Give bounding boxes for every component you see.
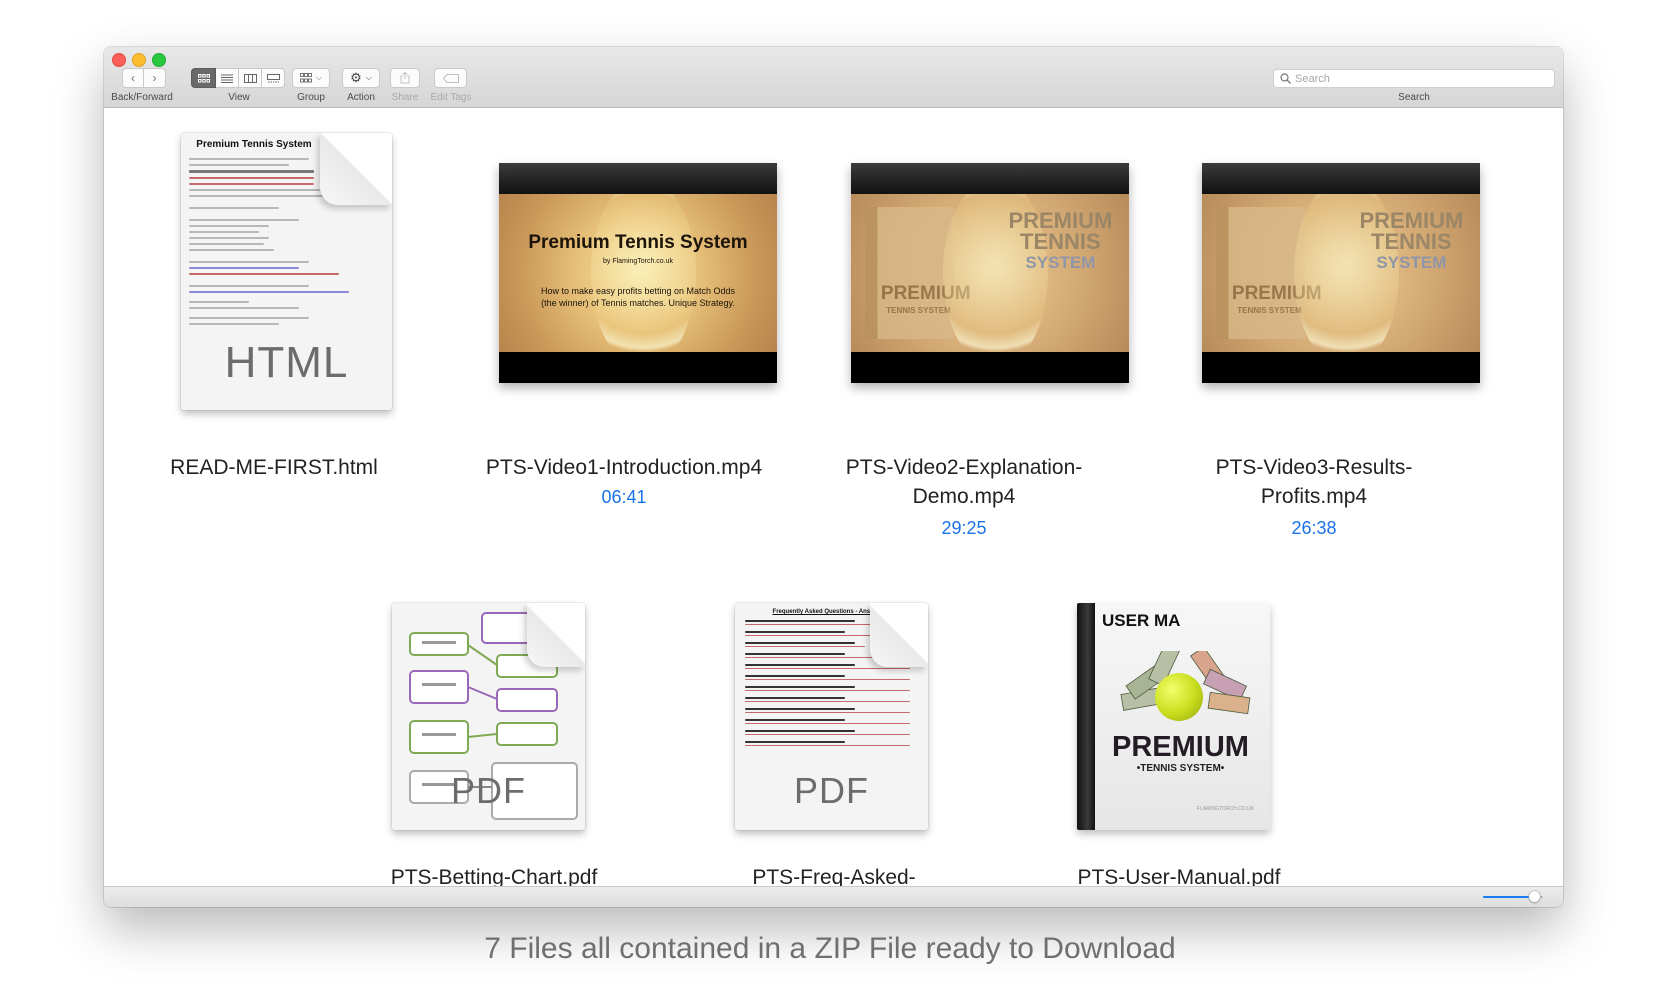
file-kind-label: HTML <box>224 338 349 387</box>
file-name-line: Profits.mp4 <box>1260 485 1368 508</box>
file-item-video2[interactable]: PREMIUM TENNIS SYSTEM PREMIUM TENNIS SYSTEM… <box>804 163 1129 563</box>
tennis-ball-illustration <box>1155 673 1203 721</box>
file-name-line: PTS-Video2-Explanation- <box>845 456 1083 479</box>
edit-tags-group <box>434 68 467 88</box>
preview-box-subtitle: TENNIS SYSTEM <box>1237 306 1302 316</box>
file-item-video3[interactable]: PREMIUM TENNIS SYSTEM PREMIUM TENNIS SYSTEM… <box>1154 163 1480 563</box>
preview-big-title: PREMIUM TENNIS SYSTEM <box>1008 207 1113 272</box>
gear-icon: ⚙ <box>350 70 362 85</box>
video-duration: 26:38 <box>1291 518 1337 538</box>
file-kind-label: PDF <box>794 770 869 811</box>
share-button[interactable] <box>390 68 420 88</box>
video-thumbnail: PREMIUM TENNIS SYSTEM PREMIUM TENNIS SYSTEM <box>851 163 1129 383</box>
preview-title: Premium Tennis System <box>528 232 748 253</box>
pdf-document-thumbnail: PDF <box>392 603 585 830</box>
close-button[interactable] <box>112 53 126 67</box>
file-kind-label: PDF <box>451 770 526 811</box>
page-curl <box>320 133 392 205</box>
chevron-left-icon: ‹ <box>131 71 135 85</box>
search-field[interactable] <box>1273 69 1555 88</box>
cover-site: FLAMINGTORCH.CO.UK <box>1196 806 1254 812</box>
pdf-document-thumbnail: Frequently Asked Questions - Answered PD… <box>735 603 928 830</box>
edit-tags-button[interactable] <box>434 68 467 88</box>
action-group: ⚙ ⌵ <box>342 68 380 88</box>
preview-title: Premium Tennis System <box>196 139 312 150</box>
file-name[interactable]: PTS-Video1-Introduction.mp4 <box>464 453 784 482</box>
preview-subtitle: How to make easy profits betting on Matc… <box>540 286 736 296</box>
video-thumbnail: PREMIUM TENNIS SYSTEM PREMIUM TENNIS SYSTEM <box>1202 163 1480 383</box>
file-name[interactable]: PTS-Video3-Results- Profits.mp4 <box>1154 453 1474 511</box>
icon-size-slider[interactable] <box>1483 891 1543 902</box>
cover-title: PREMIUM <box>1112 731 1249 763</box>
forward-button[interactable]: › <box>144 68 166 88</box>
group-group: ⌵ <box>292 68 330 88</box>
toolbar: ‹ › Back/Forward View ⌵ Group ⚙ ⌵ Action… <box>104 47 1563 108</box>
share-group <box>390 68 420 88</box>
video-duration: 06:41 <box>601 487 647 507</box>
file-icon-grid: Premium Tennis System HTML READ-ME-FIRST… <box>104 108 1563 907</box>
video-thumbnail: Premium Tennis System by FlamingTorch.co… <box>499 163 777 383</box>
columns-icon <box>243 73 257 83</box>
icon-grid-icon <box>197 73 210 82</box>
slider-knob[interactable] <box>1529 891 1540 902</box>
list-view-button[interactable] <box>216 68 239 88</box>
preview-byline: by FlamingTorch.co.uk <box>602 258 674 265</box>
preview-big-title: PREMIUM TENNIS SYSTEM <box>1359 207 1464 272</box>
view-group <box>191 68 285 88</box>
search-icon <box>1280 73 1291 84</box>
search-label: Search <box>1398 92 1430 103</box>
finder-window: ‹ › Back/Forward View ⌵ Group ⚙ ⌵ Action… <box>104 47 1563 907</box>
column-view-button[interactable] <box>239 68 262 88</box>
book-spine <box>1077 603 1095 830</box>
chevron-right-icon: › <box>152 71 157 85</box>
page-curl <box>870 603 928 667</box>
back-forward-label: Back/Forward <box>111 92 173 103</box>
status-bar <box>104 886 1563 907</box>
icon-view-button[interactable] <box>191 68 216 88</box>
minimize-button[interactable] <box>132 53 146 67</box>
group-icon <box>300 73 312 83</box>
back-button[interactable]: ‹ <box>122 68 144 88</box>
search-input[interactable] <box>1291 72 1535 85</box>
file-name-line: PTS-Video3-Results- <box>1215 456 1413 479</box>
promo-caption: 7 Files all contained in a ZIP File read… <box>484 932 1176 965</box>
file-item-readme[interactable]: Premium Tennis System HTML READ-ME-FIRST… <box>144 133 404 479</box>
share-icon <box>400 72 410 84</box>
html-document-thumbnail: Premium Tennis System HTML <box>181 133 392 410</box>
file-name[interactable]: READ-ME-FIRST.html <box>144 453 404 482</box>
action-button[interactable]: ⚙ ⌵ <box>342 68 380 88</box>
list-icon <box>221 74 233 83</box>
back-forward-group: ‹ › <box>122 68 166 88</box>
file-item-user-manual[interactable]: USER MA PREMIUM •TENNIS SYSTEM• FLAMINGT <box>1029 603 1329 903</box>
gallery-icon <box>266 73 280 82</box>
tag-icon <box>442 73 459 83</box>
video-duration: 29:25 <box>941 518 987 538</box>
edit-tags-label: Edit Tags <box>430 92 472 103</box>
group-button[interactable]: ⌵ <box>292 68 330 88</box>
file-item-video1[interactable]: Premium Tennis System by FlamingTorch.co… <box>464 163 784 543</box>
chevron-down-icon: ⌵ <box>315 73 323 82</box>
file-item-betting-chart[interactable]: PDF PTS-Betting-Chart.pdf <box>344 603 644 903</box>
view-label: View <box>228 92 250 103</box>
chevron-down-icon: ⌵ <box>365 73 372 82</box>
cover-subtitle: •TENNIS SYSTEM• <box>1136 763 1225 774</box>
gallery-view-button[interactable] <box>262 68 285 88</box>
preview-subtitle: (the winner) of Tennis matches. Unique S… <box>541 298 735 308</box>
zoom-button[interactable] <box>152 53 166 67</box>
manual-cover-thumbnail: USER MA PREMIUM •TENNIS SYSTEM• FLAMINGT <box>1077 603 1270 830</box>
file-item-faq[interactable]: Frequently Asked Questions - Answered PD… <box>684 603 984 907</box>
file-name-line: Demo.mp4 <box>912 485 1016 508</box>
file-name[interactable]: PTS-Video2-Explanation- Demo.mp4 <box>804 453 1124 511</box>
cover-heading: USER MA <box>1102 611 1181 630</box>
page-curl <box>527 603 585 667</box>
preview-box-subtitle: TENNIS SYSTEM <box>886 306 951 316</box>
